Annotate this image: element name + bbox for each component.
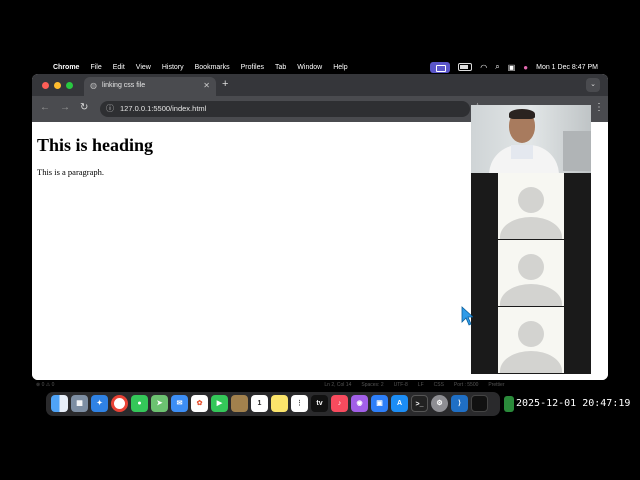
battery-icon[interactable] [458,63,473,71]
system-settings-icon[interactable]: ⚙ [431,395,448,412]
music-icon[interactable]: ♪ [331,395,348,412]
prettier-status[interactable]: Prettier [488,382,504,388]
calendar-day: 1 [257,400,262,407]
page-paragraph: This is a paragraph. [37,167,105,177]
indent-spaces[interactable]: Spaces: 2 [361,382,383,388]
calendar-icon[interactable]: 1 [251,395,268,412]
reload-icon[interactable]: ↻ [80,102,88,113]
participant-avatar-tile[interactable] [498,307,564,373]
launchpad-icon[interactable]: ▦ [71,395,88,412]
close-window-button[interactable] [42,82,49,89]
menu-profiles[interactable]: Profiles [241,64,264,71]
maps-icon[interactable]: ➤ [151,395,168,412]
avatar-person-icon [518,321,544,347]
notes-brown-icon[interactable] [231,395,248,412]
tab-search-chevron-icon[interactable]: ⌄ [586,78,600,92]
spotlight-search-icon[interactable]: ⌕ [495,62,499,72]
control-center-icon[interactable]: ▣ [508,63,516,72]
mail-icon[interactable]: ✉ [171,395,188,412]
url-text[interactable]: 127.0.0.1:5500/index.html [120,104,206,113]
tab-strip: ◍ linking css file ✕ + ⌄ [32,74,608,96]
screen-recording-icon[interactable] [430,61,451,73]
finder-icon[interactable] [51,395,68,412]
safari-icon[interactable]: ✦ [91,395,108,412]
back-arrow-icon[interactable]: ← [40,102,50,113]
cursor-position[interactable]: Ln 2, Col 14 [324,382,351,388]
file-encoding[interactable]: UTF-8 [394,382,408,388]
menu-tab[interactable]: Tab [275,64,286,71]
live-server-port[interactable]: Port : 5500 [454,382,478,388]
avatar-person-icon [518,254,544,280]
app-store-mac-icon[interactable]: ▣ [371,395,388,412]
menu-view[interactable]: View [136,64,151,71]
problems-count[interactable]: ⊗ 0 ⚠ 0 [36,382,54,388]
app-store-icon[interactable]: A [391,395,408,412]
podcasts-icon[interactable]: ◉ [351,395,368,412]
macos-dock: ▦ ✦ ● ➤ ✉ ✿ ▶ 1 ⋮ tv ♪ ◉ ▣ A >_ ⚙ ⟩ [46,392,500,416]
apple-tv-icon[interactable]: tv [311,395,328,412]
avatar-person-icon [518,187,544,213]
menubar-datetime[interactable]: Mon 1 Dec 8:47 PM [536,64,598,71]
minimize-window-button[interactable] [54,82,61,89]
vscode-icon[interactable]: ⟩ [451,395,468,412]
line-ending[interactable]: LF [418,382,424,388]
mouse-cursor-icon [461,306,473,326]
menu-file[interactable]: File [90,64,101,71]
participant-avatar-tile[interactable] [498,173,564,239]
recording-timestamp: 2025-12-01 20:47:19 [516,398,631,409]
webcam-video-feed [471,105,591,173]
address-bar[interactable]: ⓘ 127.0.0.1:5500/index.html ☆ [100,101,482,117]
messages-icon[interactable]: ● [131,395,148,412]
chrome-icon[interactable] [111,395,128,412]
facetime-icon[interactable]: ▶ [211,395,228,412]
chrome-menu-icon[interactable]: ⋮ [594,102,604,113]
siri-icon[interactable]: ● [523,63,528,72]
wifi-icon[interactable]: ◠ [480,63,487,72]
notes-icon[interactable] [271,395,288,412]
editor-status-bar: ⊗ 0 ⚠ 0 Ln 2, Col 14 Spaces: 2 UTF-8 LF … [32,380,608,389]
tv-label: tv [316,400,323,407]
terminal-icon[interactable]: >_ [411,395,428,412]
menu-edit[interactable]: Edit [113,64,125,71]
tab-linking-css-file[interactable]: ◍ linking css file ✕ [84,77,216,96]
site-info-icon[interactable]: ⓘ [106,103,114,114]
macos-menu-bar: Chrome File Edit View History Bookmarks … [32,60,608,74]
menu-bookmarks[interactable]: Bookmarks [195,64,230,71]
terminal-dark-icon[interactable] [471,395,488,412]
menu-help[interactable]: Help [333,64,347,71]
tab-title: linking css file [102,82,146,89]
participant-avatar-tile[interactable] [498,240,564,306]
menu-window[interactable]: Window [297,64,322,71]
menu-history[interactable]: History [162,64,184,71]
language-mode[interactable]: CSS [434,382,444,388]
menu-app-name[interactable]: Chrome [53,64,79,71]
new-tab-plus-icon[interactable]: + [222,78,228,90]
app-icon-partial[interactable] [504,396,514,412]
reminders-icon[interactable]: ⋮ [291,395,308,412]
participants-panel [471,173,591,374]
forward-arrow-icon[interactable]: → [60,102,70,113]
globe-icon: ◍ [90,81,97,90]
zoom-window-button[interactable] [66,82,73,89]
page-heading: This is heading [37,135,154,155]
photos-icon[interactable]: ✿ [191,395,208,412]
close-tab-icon[interactable]: ✕ [203,81,210,90]
